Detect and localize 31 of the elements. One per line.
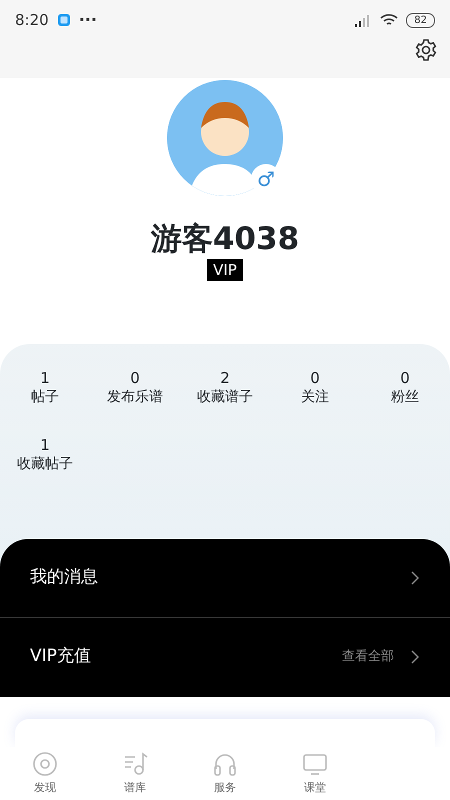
battery-indicator: 82 (406, 12, 435, 28)
tab-item[interactable]: 服务 (180, 746, 270, 800)
more-dots: ··· (78, 9, 97, 31)
chevron-icon (410, 650, 420, 664)
wifi-icon (380, 13, 398, 27)
status-time: 8:20 (15, 10, 49, 31)
stat-value: 2 (220, 368, 230, 388)
tab-item[interactable]: 课堂 (270, 746, 360, 800)
stat-label: 收藏帖子 (17, 455, 73, 474)
stat-value: 0 (400, 368, 410, 388)
tab-item[interactable]: 发现 (0, 746, 90, 800)
stat-label: 帖子 (31, 388, 59, 408)
disc-icon (32, 750, 58, 777)
stat-value: 0 (130, 368, 140, 388)
stat-value: 1 (40, 436, 50, 456)
stat-label: 收藏谱子 (197, 388, 253, 408)
app-icon (56, 13, 71, 27)
view-all-link[interactable]: 查看全部 (342, 647, 394, 667)
menu-row[interactable]: 我的消息 (0, 538, 450, 618)
tab-item[interactable]: 谱库 (90, 746, 180, 800)
menu-row[interactable]: VIP充值 查看全部 (0, 618, 450, 697)
chevron-icon (410, 570, 420, 585)
stat-label: 关注 (301, 388, 329, 408)
music-note-icon (122, 750, 148, 777)
vip-tag: VIP (207, 258, 243, 281)
stat-value: 1 (40, 368, 50, 388)
settings-icon[interactable] (414, 38, 438, 62)
stat-label: 粉丝 (391, 388, 419, 408)
stat-label: 发布乐谱 (107, 388, 163, 408)
stat-value: 0 (310, 368, 320, 388)
user-name: 游客4038 (150, 222, 300, 258)
